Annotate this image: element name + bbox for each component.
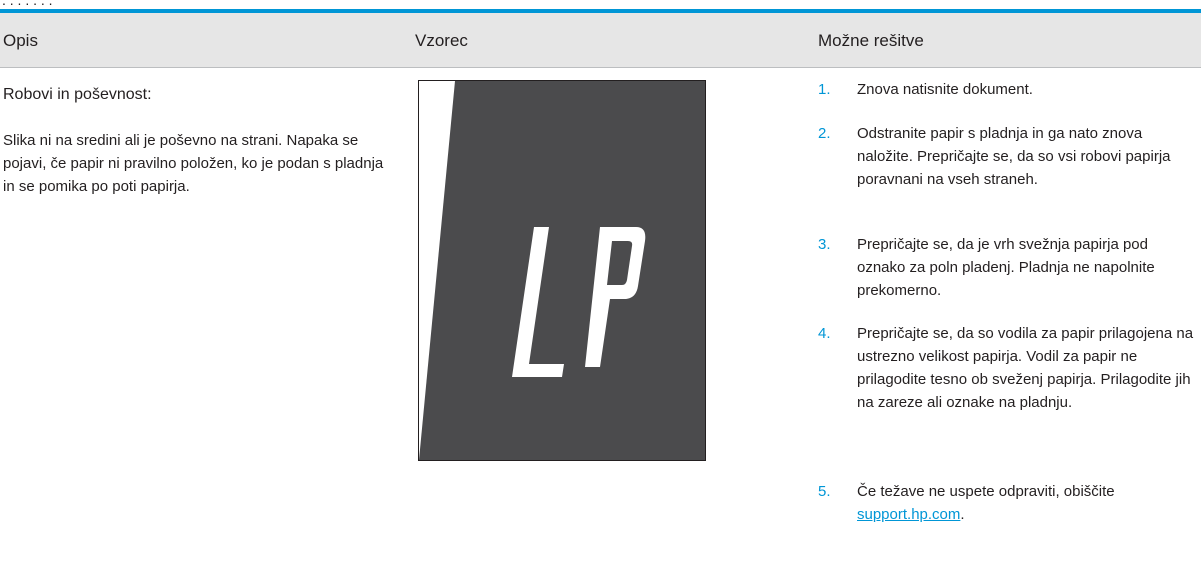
skewed-page-illustration [419, 81, 705, 460]
support-link[interactable]: support.hp.com [857, 506, 960, 523]
header-divider [0, 67, 1201, 68]
solution-text-lead: Če težave ne uspete odpraviti, obiščite [857, 483, 1115, 500]
header-sample: Vzorec [415, 31, 468, 50]
solution-number: 3. [818, 236, 831, 253]
solution-text-suffix: . [960, 506, 965, 523]
solution-number: 2. [818, 125, 831, 142]
skewed-page [419, 81, 705, 460]
solution-text: Odstranite papir s pladnja in ga nato zn… [857, 125, 1171, 188]
problem-title: Robovi in poševnost: [3, 86, 152, 103]
table-header: Opis Vzorec Možne rešitve [0, 13, 1201, 67]
solution-number: 1. [818, 81, 831, 98]
sample-image [418, 80, 706, 461]
solution-number: 5. [818, 483, 831, 500]
solution-text: Znova natisnite dokument. [857, 81, 1033, 98]
solution-text: Prepričajte se, da so vodila za papir pr… [857, 325, 1194, 411]
solution-text: Prepričajte se, da je vrh svežnja papirj… [857, 236, 1155, 299]
top-cut-off-text: . . . . . . . [2, 0, 53, 8]
header-description: Opis [3, 31, 38, 50]
solution-number: 4. [818, 325, 831, 342]
header-solutions: Možne rešitve [818, 31, 924, 50]
solution-text: Če težave ne uspete odpraviti, obiščite … [857, 480, 1197, 526]
problem-description: Slika ni na sredini ali je poševno na st… [3, 132, 384, 195]
